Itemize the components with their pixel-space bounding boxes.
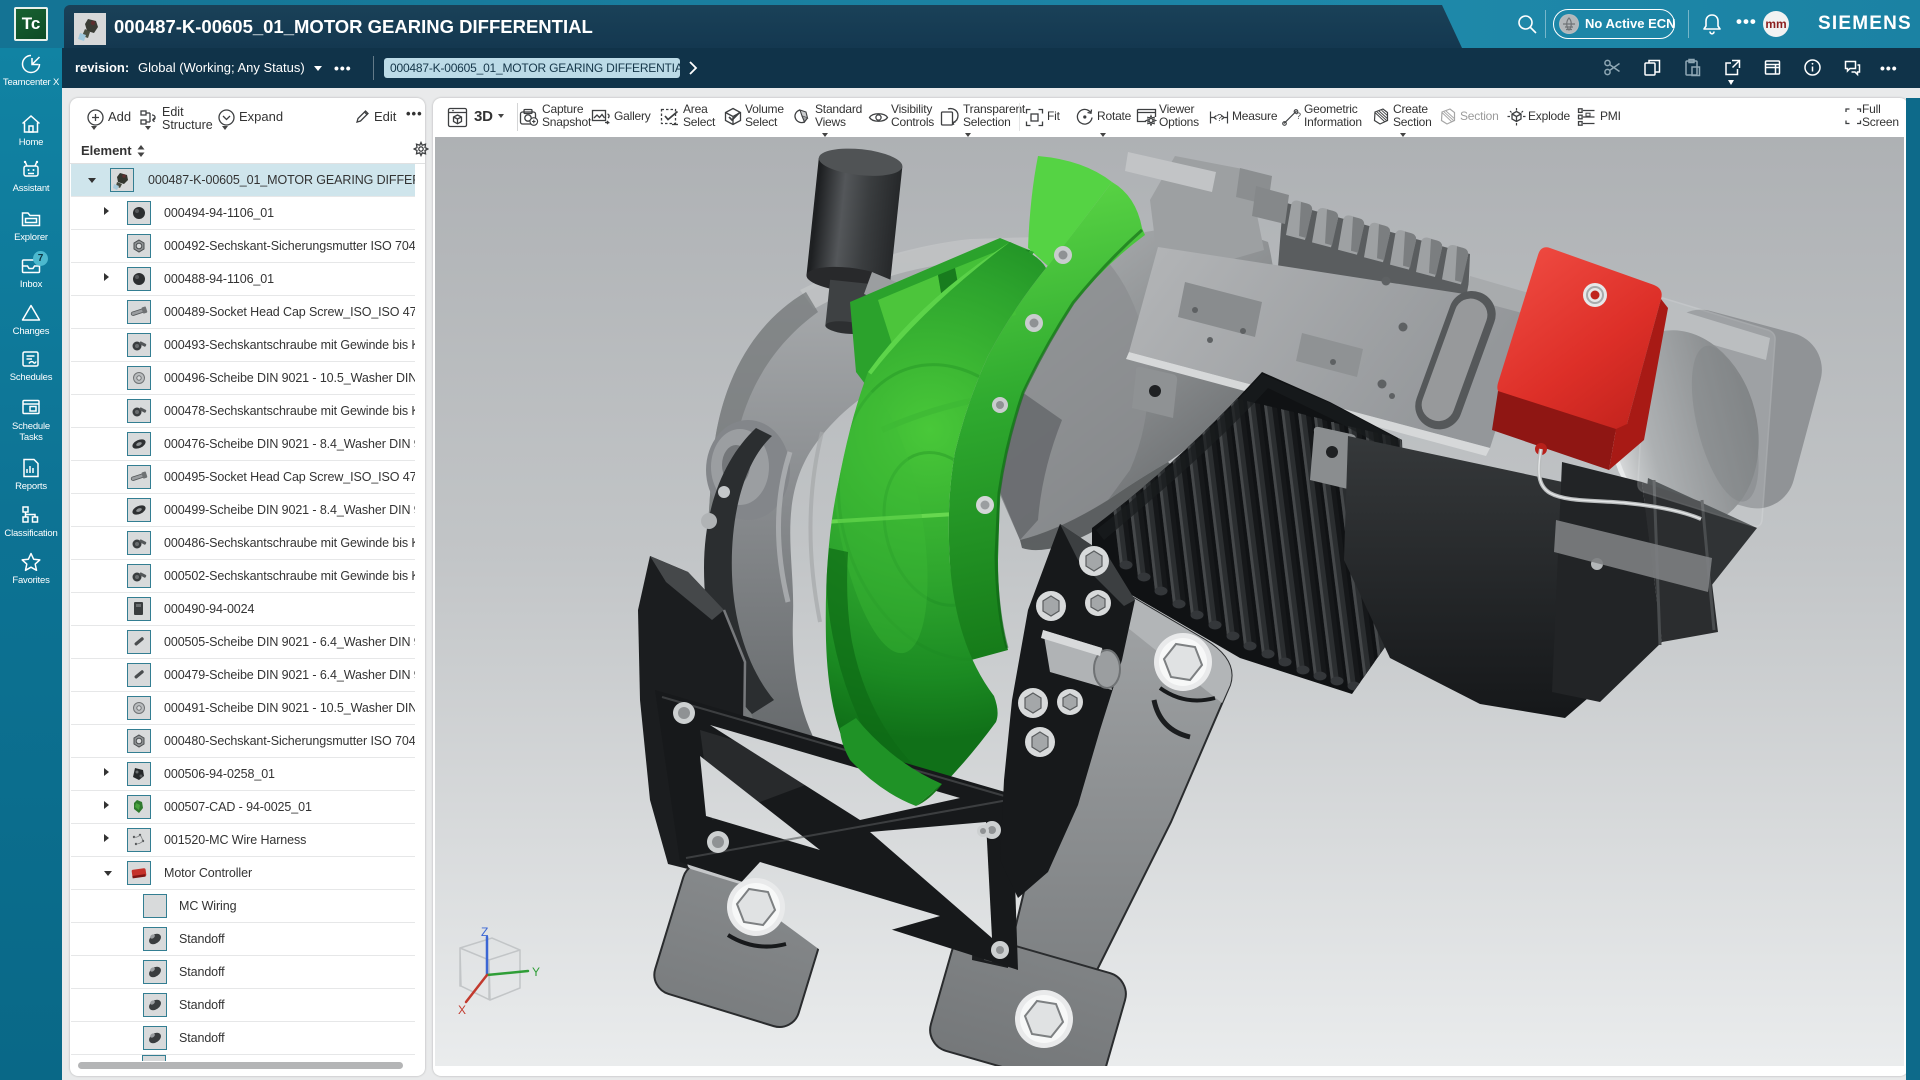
svg-text:Z: Z bbox=[481, 925, 488, 939]
svg-text:?: ? bbox=[1217, 113, 1223, 124]
svg-text:?: ? bbox=[1296, 111, 1301, 121]
svg-text:X: X bbox=[458, 1003, 466, 1017]
svg-text:Y: Y bbox=[532, 965, 540, 979]
